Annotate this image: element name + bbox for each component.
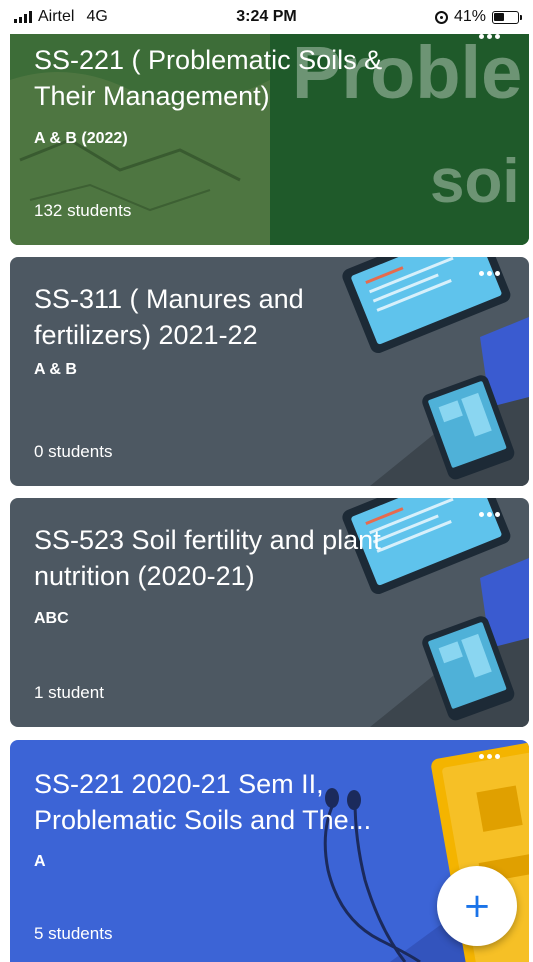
more-options-icon[interactable]	[479, 34, 501, 40]
class-section: A	[34, 853, 46, 870]
more-options-icon[interactable]	[479, 512, 501, 518]
status-right: 41%	[434, 8, 522, 26]
class-section: A & B	[34, 361, 77, 378]
class-title[interactable]: SS-523 Soil fertility and plant nutritio…	[34, 522, 409, 594]
class-section: ABC	[34, 610, 69, 627]
student-count: 0 students	[34, 442, 113, 461]
student-count: 1 student	[34, 683, 104, 702]
battery-percent: 41%	[453, 8, 486, 25]
banner-watermark: soi	[430, 147, 520, 216]
status-bar: Airtel 4G 3:24 PM 41%	[0, 0, 533, 34]
class-card[interactable]: SS-311 ( Manures and fertilizers) 2021-2…	[10, 257, 529, 486]
class-title[interactable]: SS-221 2020-21 Sem II, Problematic Soils…	[34, 766, 409, 838]
orientation-lock-icon	[434, 10, 448, 24]
create-class-button[interactable]: +	[437, 866, 517, 946]
class-title[interactable]: SS-221 ( Problematic Soils & Their Manag…	[34, 42, 409, 114]
class-section: A & B (2022)	[34, 130, 128, 147]
class-card[interactable]: SS-523 Soil fertility and plant nutritio…	[10, 498, 529, 727]
more-options-icon[interactable]	[479, 271, 501, 277]
class-title[interactable]: SS-311 ( Manures and fertilizers) 2021-2…	[34, 281, 409, 353]
battery-icon	[492, 10, 522, 24]
add-icon: +	[462, 886, 492, 926]
more-options-icon[interactable]	[479, 754, 501, 760]
student-count: 5 students	[34, 924, 113, 943]
class-card[interactable]: Proble soi SS-221 ( Problematic Soils & …	[10, 20, 529, 245]
student-count: 132 students	[34, 201, 132, 220]
